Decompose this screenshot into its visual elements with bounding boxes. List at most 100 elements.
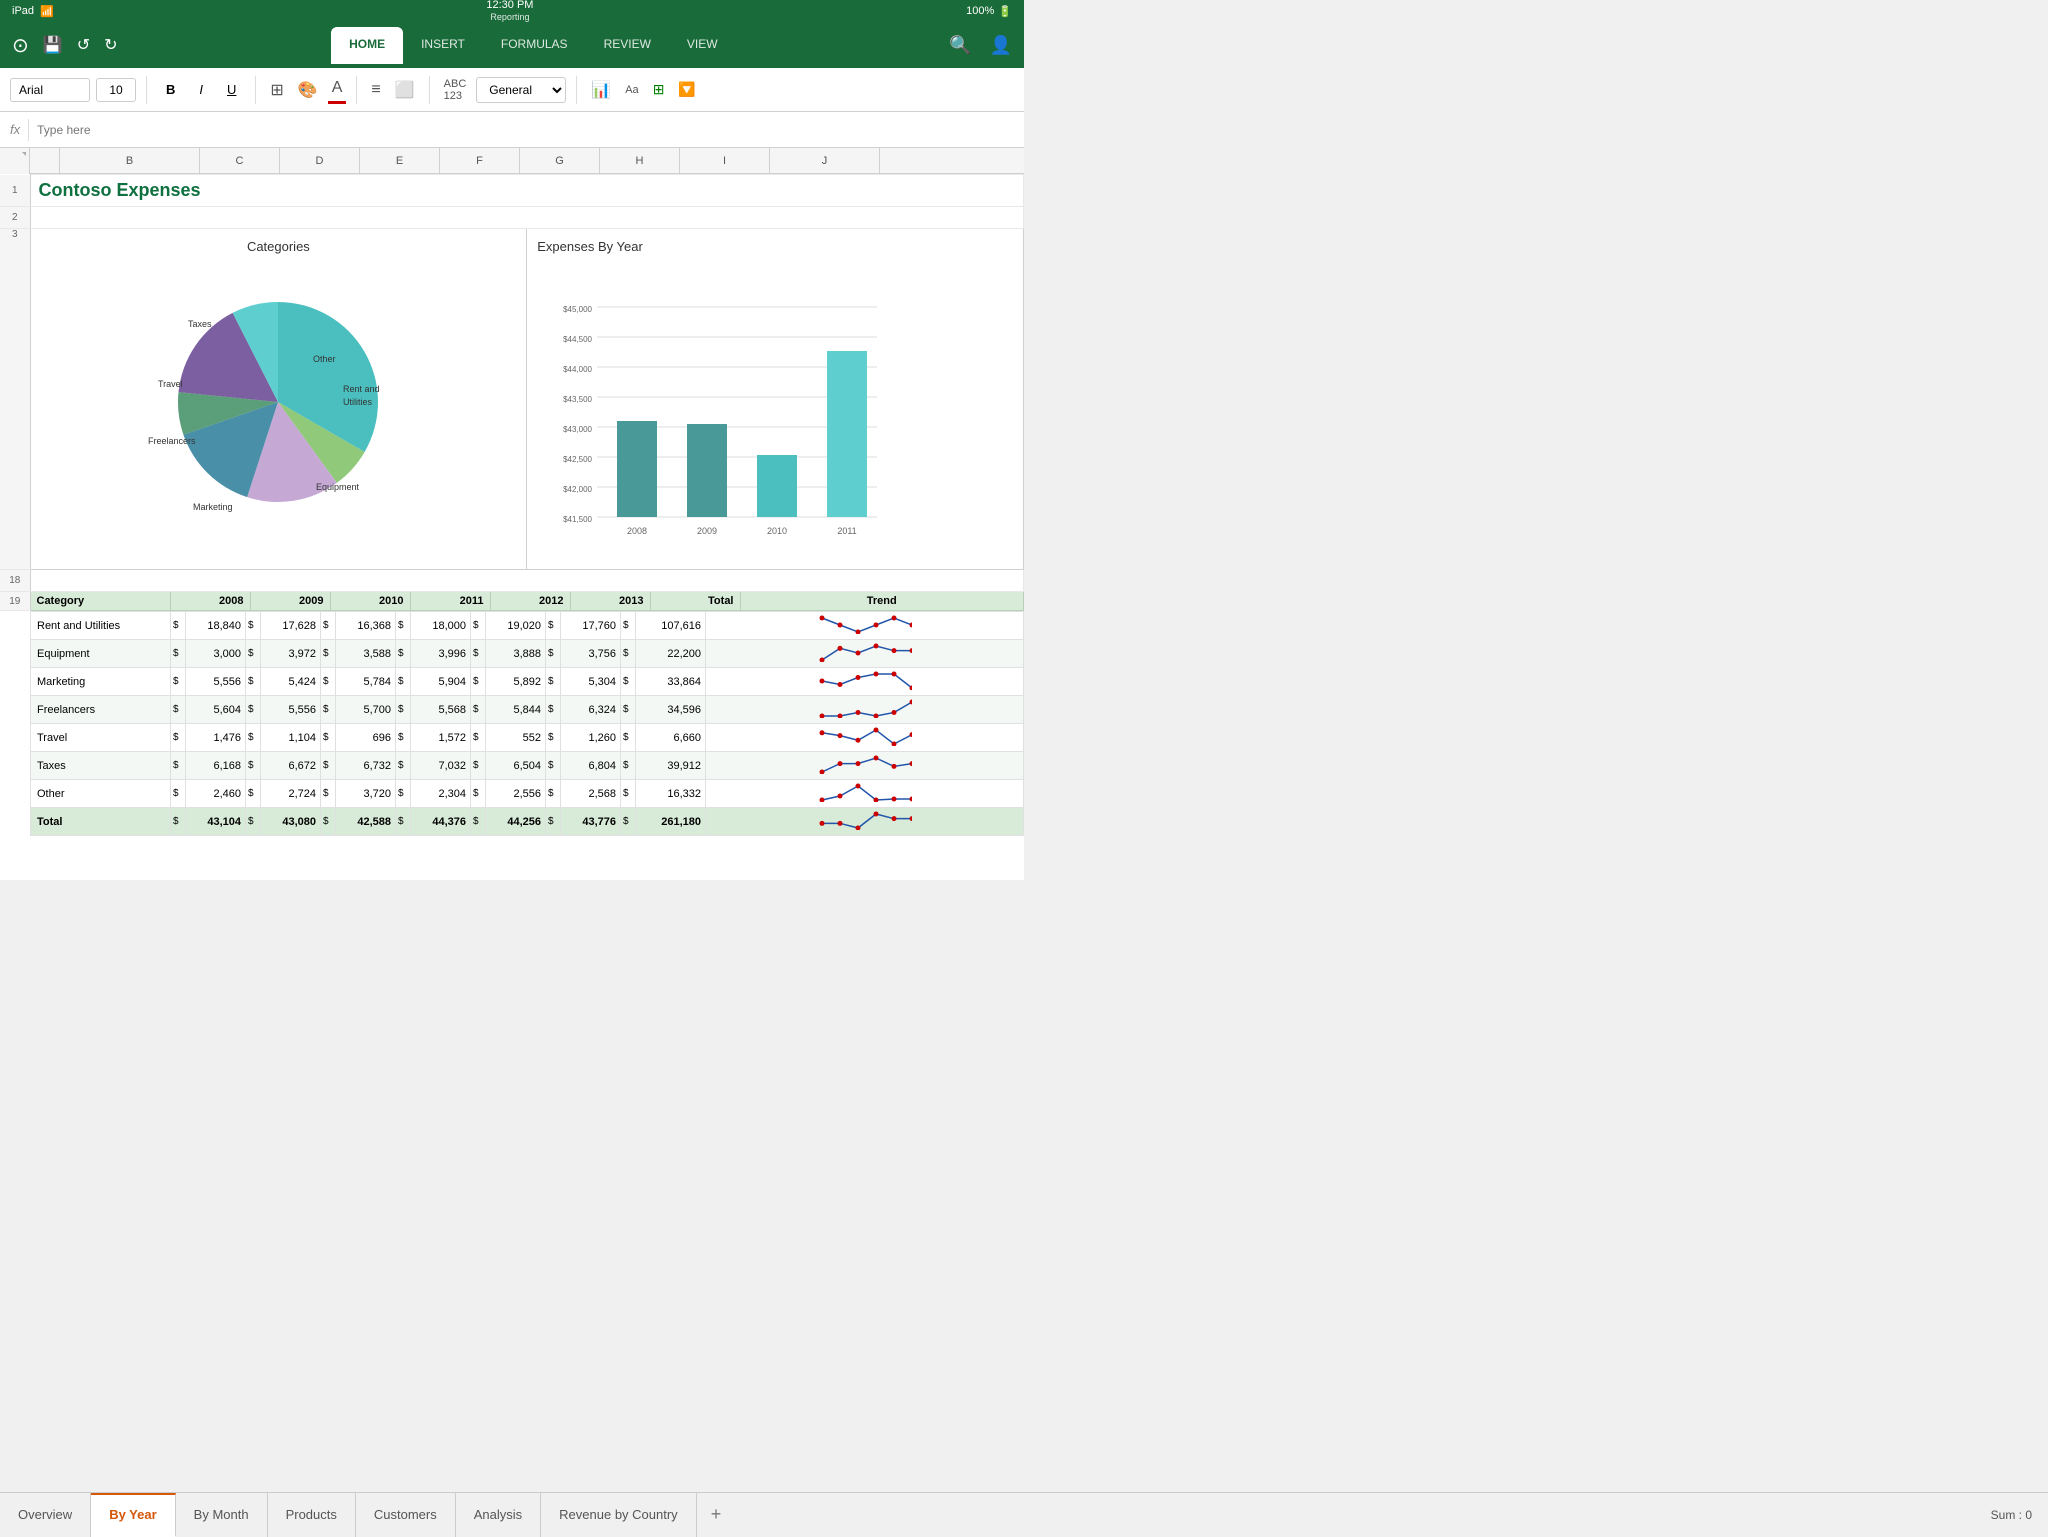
col-header-C[interactable]: C — [200, 148, 280, 174]
pie-chart: Other Rent and Utilities Equipment Marke… — [138, 262, 418, 542]
align-icon[interactable]: ≡ — [367, 77, 384, 103]
header-2010: 2010 — [330, 592, 410, 611]
font-color-icon[interactable]: A — [328, 75, 347, 104]
cell-2009: 1,104 — [261, 724, 321, 752]
header-2009: 2009 — [250, 592, 330, 611]
tab-formulas[interactable]: FORMULAS — [483, 27, 586, 64]
y-label-3: $42,500 — [563, 455, 592, 464]
save-icon[interactable]: 💾 — [39, 31, 67, 59]
back-icon[interactable]: ⊙ — [8, 29, 33, 62]
sheet-tab-revenue[interactable]: Revenue by Country — [541, 1493, 697, 1537]
cell-2013: 1,260 — [561, 724, 621, 752]
cell-2012: 6,504 — [486, 752, 546, 780]
pie-label-freelancers: Freelancers — [148, 436, 196, 446]
underline-button[interactable]: U — [218, 77, 245, 102]
col-header-I[interactable]: I — [680, 148, 770, 174]
cell-category: Taxes — [31, 752, 171, 780]
col-header-B[interactable]: B — [60, 148, 200, 174]
font-name-input[interactable] — [10, 78, 90, 102]
add-sheet-button[interactable]: + — [697, 1496, 736, 1533]
undo-icon[interactable]: ↺ — [73, 31, 94, 59]
col-header-F[interactable]: F — [440, 148, 520, 174]
cell-2010: 16,368 — [336, 612, 396, 640]
pie-label-rent: Rent and — [343, 384, 380, 394]
cell-2013: 3,756 — [561, 640, 621, 668]
col-header-A[interactable] — [30, 148, 60, 174]
fill-color-icon[interactable]: 🎨 — [294, 76, 322, 104]
row-18: 18 — [0, 570, 1024, 592]
select-all-icon[interactable] — [0, 148, 30, 174]
cell-2009: 2,724 — [261, 780, 321, 808]
x-label-2009: 2009 — [697, 526, 717, 536]
tab-review[interactable]: REVIEW — [586, 27, 669, 64]
cell-2009: 6,672 — [261, 752, 321, 780]
table-row: Freelancers $ 5,604 $ 5,556 $ 5,700 $ 5,… — [31, 696, 1024, 724]
redo-icon[interactable]: ↻ — [100, 31, 121, 59]
toolbar-right: 🔍 👤 — [945, 31, 1016, 60]
sort-filter-icon[interactable]: 🔽 — [674, 77, 699, 102]
table-row: Marketing $ 5,556 $ 5,424 $ 5,784 $ 5,90… — [31, 668, 1024, 696]
x-label-2011: 2011 — [838, 526, 857, 536]
header-category: Category — [30, 592, 170, 611]
cell-2008: 18,840 — [186, 612, 246, 640]
battery-label: 100% — [966, 5, 994, 17]
col-header-H[interactable]: H — [600, 148, 680, 174]
borders-icon[interactable]: ⊞ — [266, 76, 287, 104]
x-label-2010: 2010 — [767, 526, 787, 536]
sheet-tab-analysis[interactable]: Analysis — [456, 1493, 541, 1537]
cell-2013: 17,760 — [561, 612, 621, 640]
cell-2011: 3,996 — [411, 640, 471, 668]
data-table: Rent and Utilities $ 18,840 $ 17,628 $ 1… — [30, 611, 1024, 836]
abc-icon: ABC123 — [440, 74, 471, 106]
formula-input[interactable] — [37, 123, 1014, 137]
search-icon[interactable]: 🔍 — [945, 31, 975, 60]
sheet-tab-products[interactable]: Products — [268, 1493, 356, 1537]
number-format-select[interactable]: General — [476, 77, 566, 103]
tab-view[interactable]: VIEW — [669, 27, 736, 64]
conditional-format-icon[interactable]: 📊 — [587, 76, 615, 104]
col-header-G[interactable]: G — [520, 148, 600, 174]
chart-row: 3 Categories — [0, 229, 1024, 570]
col-header-J[interactable]: J — [770, 148, 880, 174]
cell-category: Equipment — [31, 640, 171, 668]
sheet-tab-customers[interactable]: Customers — [356, 1493, 456, 1537]
cell-total: 107,616 — [636, 612, 706, 640]
cell-category: Marketing — [31, 668, 171, 696]
sheet-tab-overview[interactable]: Overview — [0, 1493, 91, 1537]
italic-button[interactable]: I — [190, 77, 212, 102]
y-label-2: $42,000 — [563, 485, 592, 494]
x-label-2008: 2008 — [627, 526, 647, 536]
merge-icon[interactable]: ⬜ — [391, 76, 419, 104]
cell-2013: 6,804 — [561, 752, 621, 780]
tab-home[interactable]: HOME — [331, 27, 403, 64]
cell-style-icon[interactable]: Aa — [621, 80, 642, 100]
pie-label-other: Other — [313, 354, 336, 364]
status-right: 100% 🔋 — [966, 5, 1012, 18]
cell-2008: 6,168 — [186, 752, 246, 780]
col-header-D[interactable]: D — [280, 148, 360, 174]
cell-2010: 3,720 — [336, 780, 396, 808]
cell-2008: 2,460 — [186, 780, 246, 808]
header-2013: 2013 — [570, 592, 650, 611]
account-icon[interactable]: 👤 — [986, 31, 1016, 60]
y-label-1: $41,500 — [563, 515, 592, 524]
sheet-tab-bymonth[interactable]: By Month — [176, 1493, 268, 1537]
y-label-8: $45,000 — [563, 305, 592, 314]
cell-category: Other — [31, 780, 171, 808]
bar-chart-container: Expenses By Year $41,500 $42,000 $42,500… — [527, 229, 1023, 569]
cell-2010: 5,700 — [336, 696, 396, 724]
font-size-input[interactable] — [96, 78, 136, 102]
col-header-E[interactable]: E — [360, 148, 440, 174]
cell-2009: 5,556 — [261, 696, 321, 724]
y-label-6: $44,000 — [563, 365, 592, 374]
bar-2010 — [757, 455, 797, 517]
tab-insert[interactable]: INSERT — [403, 27, 483, 64]
pie-label-rent2: Utilities — [343, 397, 373, 407]
insert-delete-icon[interactable]: ⊞ — [649, 77, 669, 102]
sum-display: Sum : 0 — [1975, 1500, 2048, 1530]
separator-5 — [576, 76, 577, 104]
bold-button[interactable]: B — [157, 77, 184, 102]
cell-2008: 5,556 — [186, 668, 246, 696]
cell-2008: 43,104 — [186, 808, 246, 836]
sheet-tab-byyear[interactable]: By Year — [91, 1493, 175, 1537]
